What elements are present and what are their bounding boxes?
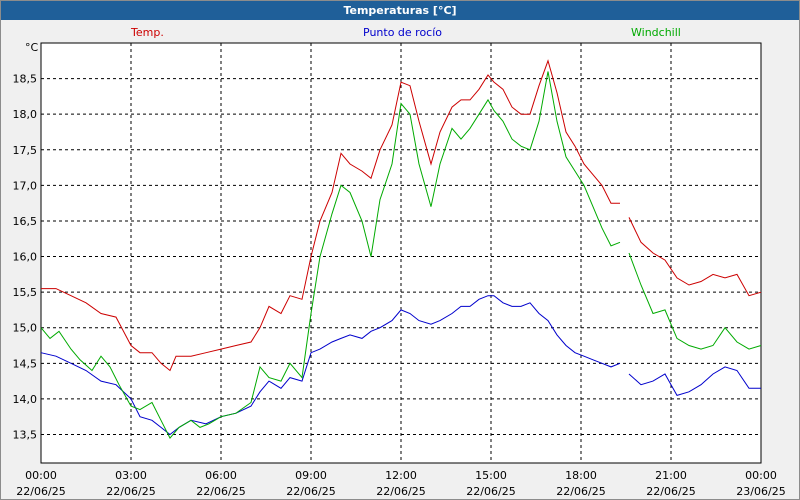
x-tick-date-label: 22/06/25 xyxy=(646,485,695,498)
x-tick-time-label: 21:00 xyxy=(655,469,687,482)
x-tick-date-label: 22/06/25 xyxy=(286,485,335,498)
x-tick-time-label: 03:00 xyxy=(115,469,147,482)
y-tick-label: 15,5 xyxy=(13,286,38,299)
x-tick-time-label: 15:00 xyxy=(475,469,507,482)
x-tick-date-label: 22/06/25 xyxy=(376,485,425,498)
x-tick-date-label: 23/06/25 xyxy=(736,485,785,498)
x-tick-date-label: 22/06/25 xyxy=(196,485,245,498)
x-tick-time-label: 00:00 xyxy=(25,469,57,482)
y-tick-label: 13,5 xyxy=(13,429,38,442)
y-axis-label: °C xyxy=(25,41,39,54)
x-tick-time-label: 18:00 xyxy=(565,469,597,482)
x-tick-date-label: 22/06/25 xyxy=(466,485,515,498)
temperature-chart: 13,5 14,0 14,5 15,0 15,5 16,0 16,5 17,0 17,5 18,0… xyxy=(13,26,786,498)
y-tick-label: 16,5 xyxy=(13,215,38,228)
x-tick-time-label: 09:00 xyxy=(295,469,327,482)
y-tick-label: 16,0 xyxy=(13,251,38,264)
x-tick-date-label: 22/06/25 xyxy=(556,485,605,498)
legend-dewpoint: Punto de rocío xyxy=(363,26,442,39)
x-axis-ticks: 00:00 22/06/25 03:00 22/06/25 06:00 22/06/25 0… xyxy=(16,469,785,498)
y-tick-label: 14,5 xyxy=(13,357,38,370)
x-tick-time-label: 12:00 xyxy=(385,469,417,482)
x-tick-date-label: 22/06/25 xyxy=(106,485,155,498)
chart-window: Temperaturas [°C] 13,5 14,0 14,5 15,0 15,5 16… xyxy=(0,0,800,500)
x-tick-time-label: 00:00 xyxy=(745,469,777,482)
y-tick-label: 18,5 xyxy=(13,73,38,86)
y-tick-label: 18,0 xyxy=(13,108,38,121)
legend-windchill: Windchill xyxy=(631,26,681,39)
y-tick-label: 15,0 xyxy=(13,322,38,335)
x-tick-time-label: 06:00 xyxy=(205,469,237,482)
y-axis-ticks: 13,5 14,0 14,5 15,0 15,5 16,0 16,5 17,0 17,5 18,0… xyxy=(13,73,38,442)
y-tick-label: 17,5 xyxy=(13,144,38,157)
y-tick-label: 17,0 xyxy=(13,179,38,192)
legend-temp: Temp. xyxy=(130,26,164,39)
x-tick-date-label: 22/06/25 xyxy=(16,485,65,498)
y-tick-label: 14,0 xyxy=(13,393,38,406)
